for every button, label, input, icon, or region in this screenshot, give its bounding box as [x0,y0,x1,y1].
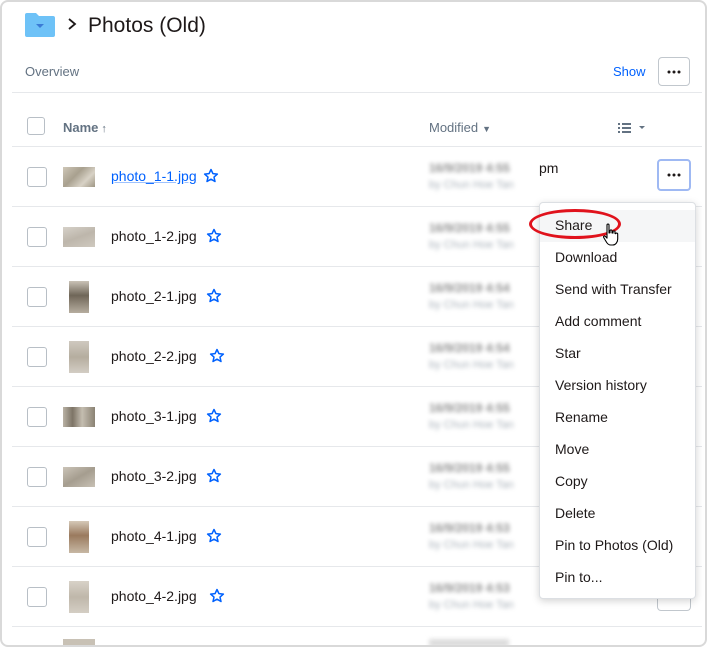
photo-thumbnail [63,467,95,487]
table-row[interactable]: photo_1-1.jpg 16/9/2019 4:55 by Chun Hoe… [12,147,702,207]
breadcrumb: Photos (Old) [2,2,705,54]
menu-item-send-with-transfer[interactable]: Send with Transfer [540,274,695,306]
folder-icon[interactable] [24,12,56,38]
modified-by: by Chun Hoe Tan [429,239,514,251]
menu-item-delete[interactable]: Delete [540,498,695,530]
menu-item-copy[interactable]: Copy [540,466,695,498]
modified-time: 16/9/2019 4:53 [429,581,510,595]
photo-thumbnail [69,581,89,613]
menu-item-label: Download [555,249,618,265]
name-header-label: Name [63,120,99,135]
menu-item-label: Rename [555,409,608,425]
menu-item-label: Delete [555,505,596,521]
photo-thumbnail [63,407,95,427]
file-name-link[interactable]: photo_3-2.jpg [111,468,197,484]
chevron-down-icon: ▼ [482,124,492,134]
row-checkbox[interactable] [27,167,47,187]
menu-item-label: Star [555,345,581,361]
menu-item-label: Pin to... [555,569,603,585]
folder-more-button[interactable] [658,57,690,86]
chevron-right-icon [68,18,77,30]
more-icon [667,70,681,73]
photo-thumbnail [69,341,89,373]
menu-item-label: Version history [555,377,647,393]
row-checkbox[interactable] [27,407,47,427]
star-icon[interactable] [209,348,225,364]
row-checkbox[interactable] [27,467,47,487]
more-icon [667,173,681,177]
file-name-link[interactable]: photo_2-2.jpg [111,348,197,364]
file-name-link[interactable]: photo_1-2.jpg [111,228,197,244]
menu-item-move[interactable]: Move [540,434,695,466]
divider [12,92,702,93]
photo-thumbnail [69,521,89,553]
menu-item-version-history[interactable]: Version history [540,370,695,402]
row-checkbox[interactable] [27,527,47,547]
list-view-icon[interactable] [617,120,651,136]
file-name-link[interactable]: photo_3-1.jpg [111,408,197,424]
star-icon[interactable] [206,288,222,304]
star-icon[interactable] [206,468,222,484]
sort-arrow-icon: ↑ [101,123,107,135]
star-icon[interactable] [209,588,225,604]
file-name-link[interactable]: photo_4-2.jpg [111,588,197,604]
menu-item-label: Copy [555,473,588,489]
modified-time-suffix: pm [539,160,559,176]
modified-by: by Chun Hoe Tan [429,359,514,371]
modified-time: 16/9/2019 4:53 [429,521,510,535]
modified-by: by Chun Hoe Tan [429,299,514,311]
row-checkbox[interactable] [27,587,47,607]
hand-cursor-icon [603,223,619,246]
show-overview-link[interactable]: Show [613,64,646,79]
modified-by: by Chun Hoe Tan [429,599,514,611]
row-more-button[interactable] [657,159,691,191]
menu-item-rename[interactable]: Rename [540,402,695,434]
menu-item-pin-to-folder[interactable]: Pin to Photos (Old) [540,530,695,562]
row-checkbox[interactable] [27,347,47,367]
file-browser-window: Photos (Old) Overview Show Name ↑ Modifie… [0,0,707,647]
modified-time [429,639,509,645]
menu-item-label: Move [555,441,590,457]
modified-by: by Chun Hoe Tan [429,179,514,191]
menu-item-label: Send with Transfer [555,281,672,297]
menu-item-add-comment[interactable]: Add comment [540,306,695,338]
star-icon[interactable] [206,528,222,544]
row-more-button[interactable] [657,599,691,611]
overview-label: Overview [25,64,80,79]
photo-thumbnail [63,227,95,247]
modified-by: by Chun Hoe Tan [429,479,514,491]
page-title: Photos (Old) [88,14,206,37]
row-checkbox[interactable] [27,287,47,307]
file-name-link[interactable]: photo_4-1.jpg [111,528,197,544]
modified-time: 16/9/2019 4:54 [429,341,510,355]
context-menu: Share Download Send with Transfer Add co… [539,202,696,599]
menu-item-label: Add comment [555,313,642,329]
modified-time: 16/9/2019 4:55 [429,161,510,175]
modified-by: by Chun Hoe Tan [429,539,514,551]
menu-item-label: Share [555,217,593,233]
menu-item-pin-to[interactable]: Pin to... [540,562,695,594]
modified-header-label: Modified [429,120,479,135]
menu-item-label: Pin to Photos (Old) [555,537,674,553]
star-icon[interactable] [206,408,222,424]
modified-time: 16/9/2019 4:55 [429,401,510,415]
photo-thumbnail [63,639,95,645]
photo-thumbnail [69,281,89,313]
modified-time: 16/9/2019 4:55 [429,461,510,475]
photo-thumbnail [63,167,95,187]
select-all-checkbox[interactable] [27,117,45,135]
row-checkbox[interactable] [27,227,47,247]
file-name-link[interactable]: photo_2-1.jpg [111,288,197,304]
file-name-link[interactable]: photo_1-1.jpg [111,168,197,184]
star-icon[interactable] [203,168,219,184]
modified-time: 16/9/2019 4:54 [429,281,510,295]
modified-by: by Chun Hoe Tan [429,419,514,431]
star-icon[interactable] [206,228,222,244]
name-column-header[interactable]: Name ↑ [63,120,107,135]
menu-item-star[interactable]: Star [540,338,695,370]
modified-column-header[interactable]: Modified ▼ [429,120,491,135]
modified-time: 16/9/2019 4:55 [429,221,510,235]
divider [12,626,702,627]
